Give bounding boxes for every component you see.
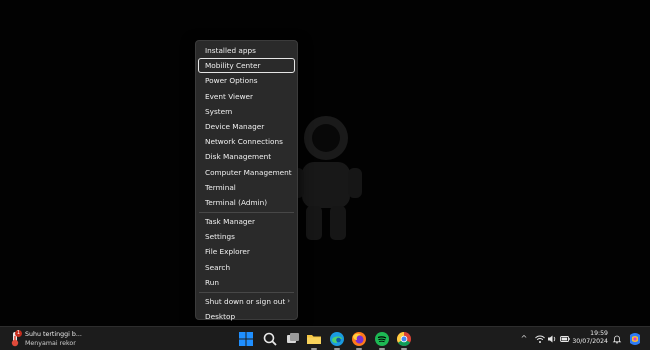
menu-item-event-viewer[interactable]: Event Viewer [198,89,295,104]
clock[interactable]: 19:59 30/07/2024 [572,330,608,346]
chevron-right-icon: › [287,297,290,305]
menu-item-file-explorer[interactable]: File Explorer [198,244,295,259]
menu-item-disk-management[interactable]: Disk Management [198,149,295,164]
battery-icon[interactable] [560,334,570,344]
menu-item-settings[interactable]: Settings [198,229,295,244]
menu-item-installed-apps[interactable]: Installed apps [198,43,295,58]
taskbar: 1 Suhu tertinggi b... Menyamai rekor ^ 1… [0,326,650,350]
menu-divider [199,211,294,213]
volume-icon[interactable] [547,334,557,344]
menu-item-desktop[interactable]: Desktop [198,309,295,324]
menu-item-terminal[interactable]: Terminal [198,180,295,195]
menu-item-search[interactable]: Search [198,260,295,275]
menu-item-mobility-center[interactable]: Mobility Center [198,58,295,74]
desktop [0,0,650,326]
file-explorer-icon[interactable] [306,331,322,347]
start-icon[interactable] [238,331,254,347]
winx-context-menu: Installed apps Mobility Center Power Opt… [195,40,298,321]
menu-item-device-manager[interactable]: Device Manager [198,119,295,134]
menu-item-power-options[interactable]: Power Options [198,73,295,88]
wifi-icon[interactable] [535,334,545,344]
menu-item-task-manager[interactable]: Task Manager [198,214,295,229]
menu-item-shut-down[interactable]: Shut down or sign out › [198,294,295,309]
menu-item-system[interactable]: System [198,104,295,119]
notification-bell-icon[interactable] [612,334,622,344]
menu-item-terminal-admin[interactable]: Terminal (Admin) [198,195,295,210]
menu-item-label: Shut down or sign out [205,297,286,306]
menu-item-computer-management[interactable]: Computer Management [198,165,295,180]
widget-title: Suhu tertinggi b... [25,331,82,338]
astronaut-wallpaper [290,116,362,240]
edge-icon[interactable] [329,331,345,347]
clock-time: 19:59 [590,330,608,337]
show-hidden-icons-chevron[interactable]: ^ [519,334,529,344]
menu-item-network-connections[interactable]: Network Connections [198,134,295,149]
widget-subtitle: Menyamai rekor [25,340,76,347]
search-icon[interactable] [262,331,278,347]
menu-divider [199,291,294,293]
task-view-icon[interactable] [285,331,301,347]
chrome-icon[interactable] [396,331,412,347]
notification-badge: 1 [15,330,22,337]
menu-item-run[interactable]: Run [198,275,295,290]
weather-widget[interactable]: 1 Suhu tertinggi b... Menyamai rekor [9,330,89,348]
firefox-icon[interactable] [351,331,367,347]
clock-date: 30/07/2024 [572,338,608,345]
spotify-icon[interactable] [374,331,390,347]
copilot-icon[interactable] [628,332,642,346]
